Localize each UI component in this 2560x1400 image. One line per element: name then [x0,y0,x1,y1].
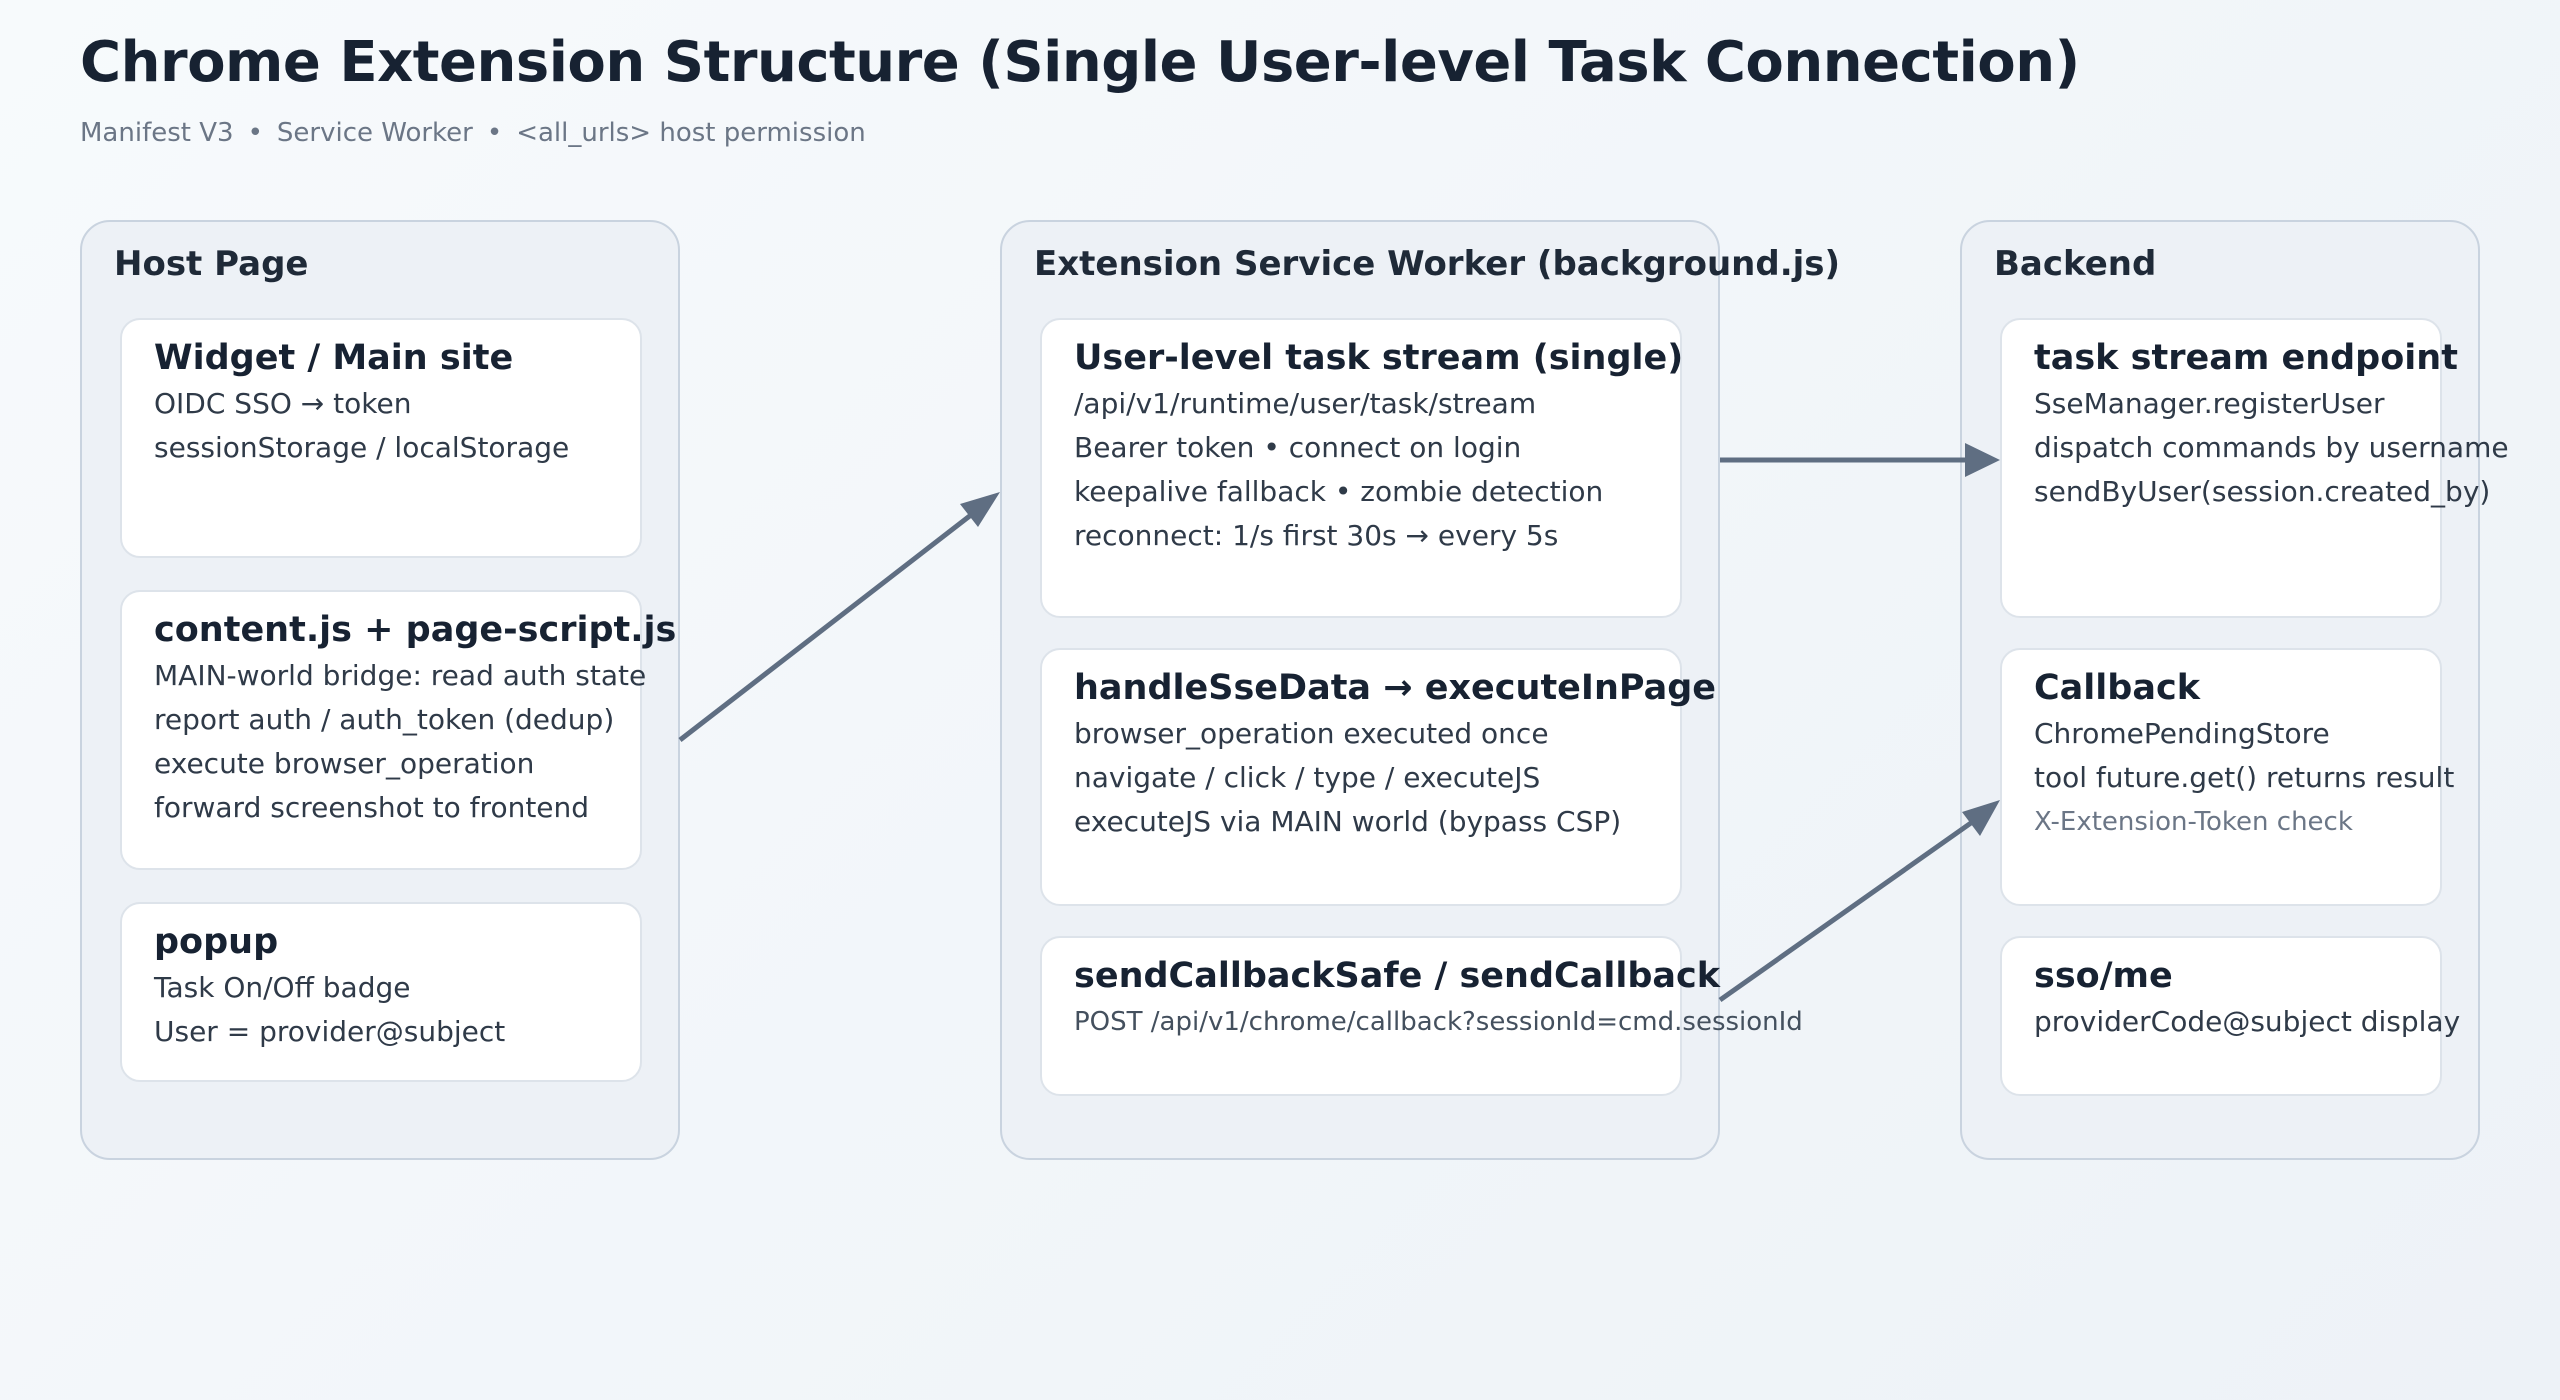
arrow-callback-to-backend [1718,800,2000,1003]
arrow-worker-to-task-endpoint [1720,443,2000,477]
connector-arrows [678,443,2000,1003]
arrow-host-to-worker [678,492,1000,742]
